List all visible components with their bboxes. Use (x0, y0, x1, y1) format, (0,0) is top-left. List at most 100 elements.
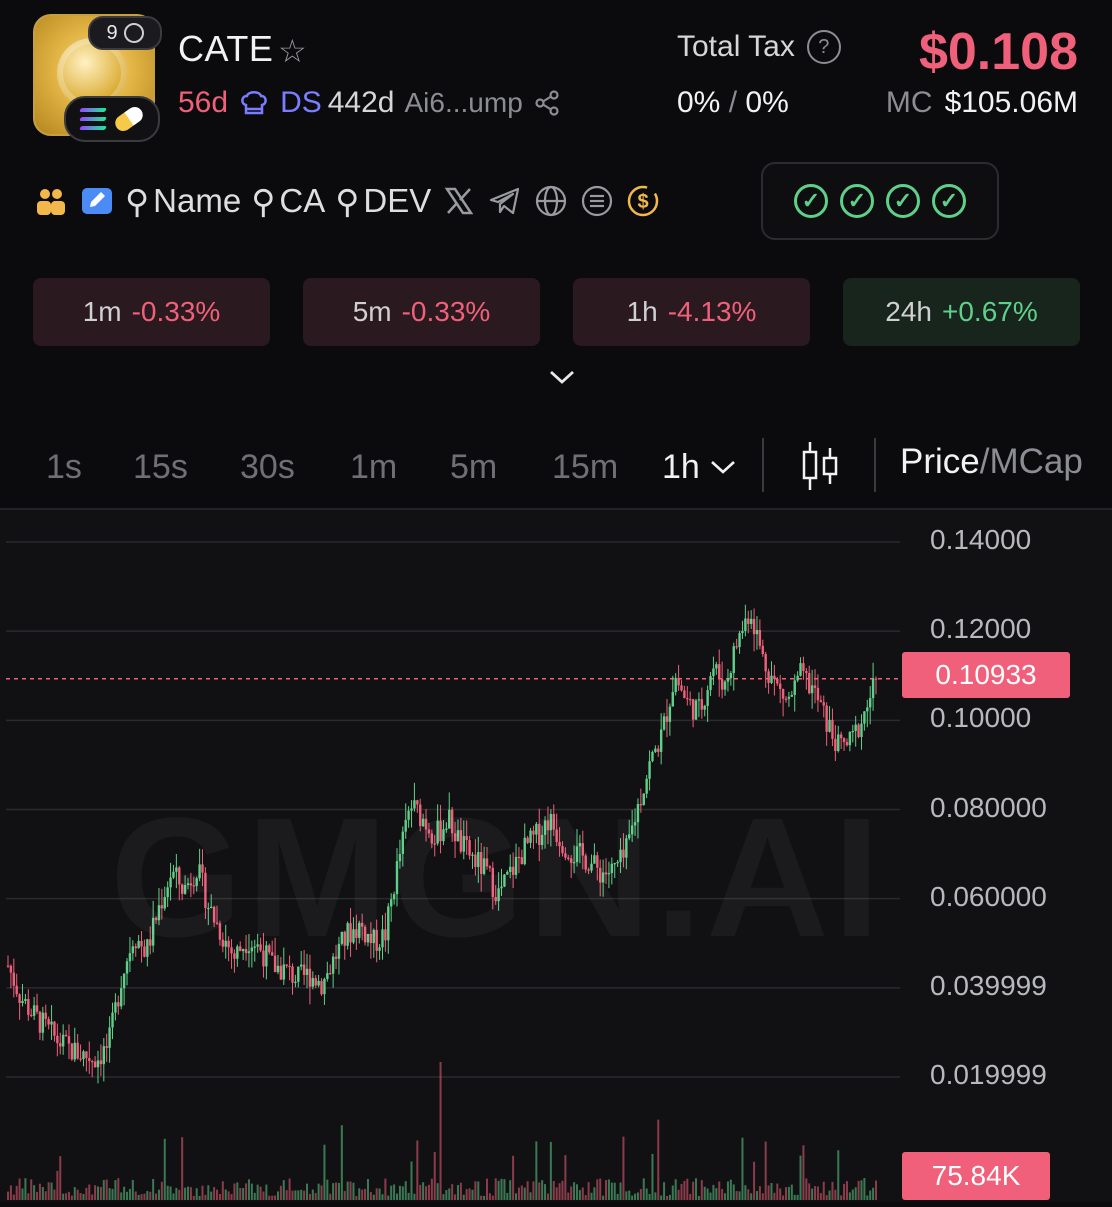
timeframe-1s[interactable]: 1s (46, 442, 82, 492)
timeframe-15m[interactable]: 15m (552, 442, 618, 492)
volume-bar (268, 1195, 271, 1200)
volume-bar (294, 1190, 297, 1200)
help-icon[interactable]: ? (806, 30, 841, 64)
candle (738, 630, 741, 654)
candle (845, 738, 849, 747)
volume-bar (427, 1184, 430, 1200)
volume-bar (314, 1192, 317, 1200)
mcap-toggle[interactable]: MCap (989, 442, 1082, 481)
token-meta-row: 56d DS 442d Ai6...ump (178, 86, 561, 120)
volume-bar (38, 1183, 41, 1200)
volume-bar (750, 1193, 753, 1200)
candle (831, 708, 834, 746)
volume-bar (494, 1178, 497, 1200)
volume-bar (413, 1193, 416, 1200)
candlestick-icon[interactable] (800, 440, 840, 492)
x-icon[interactable] (441, 183, 477, 219)
candle (712, 656, 715, 686)
current-price-label: 0.10933 (902, 652, 1070, 698)
volume-bar (628, 1190, 631, 1200)
candle (6, 955, 10, 968)
volume-bar (242, 1188, 245, 1200)
volume-bar (782, 1195, 785, 1200)
candle (770, 661, 773, 685)
candle (61, 1024, 65, 1055)
change-24h[interactable]: 24h +0.67% (843, 278, 1080, 346)
candle (662, 712, 666, 731)
volume-bar (726, 1181, 729, 1200)
edit-icon[interactable] (79, 183, 115, 219)
volume-bar (253, 1192, 256, 1200)
candle (76, 1034, 79, 1060)
list-icon[interactable] (579, 183, 615, 219)
volume-bar (7, 1191, 9, 1200)
volume-bar (573, 1182, 576, 1200)
price-toggle[interactable]: Price (900, 442, 980, 481)
share-icon[interactable] (533, 89, 561, 117)
volume-bar (718, 1181, 721, 1200)
search-dev-button[interactable]: ⚲ DEV (335, 182, 431, 221)
volume-bar (47, 1182, 50, 1200)
volume-bar (186, 1186, 189, 1200)
volume-bar (149, 1191, 152, 1200)
telegram-icon[interactable] (487, 183, 523, 219)
volume-bar (529, 1192, 532, 1200)
volume-bar (631, 1195, 634, 1200)
volume-bar (790, 1184, 793, 1200)
volume-bar (869, 1190, 872, 1200)
mc-value: $105.06M (944, 86, 1078, 119)
candle (9, 964, 13, 989)
price-mcap-toggle[interactable]: Price/MCap (900, 442, 1083, 482)
volume-bar (665, 1195, 668, 1200)
volume-bar (155, 1193, 158, 1200)
volume-bar (56, 1170, 59, 1200)
volume-bar (764, 1141, 767, 1200)
volume-bar (134, 1191, 137, 1200)
volume-bar (622, 1136, 625, 1200)
volume-bar (773, 1192, 776, 1200)
volume-bar (67, 1191, 70, 1200)
volume-bar (433, 1151, 436, 1200)
search-name-button[interactable]: ⚲ Name (125, 182, 241, 221)
volume-bar (326, 1179, 329, 1200)
globe-icon[interactable] (533, 183, 569, 219)
timeframe-15s[interactable]: 15s (133, 442, 188, 492)
volume-bar (108, 1188, 111, 1200)
dev-tag[interactable]: DS (280, 86, 322, 120)
volume-bar (814, 1186, 817, 1200)
security-checks[interactable]: ✓ ✓ ✓ ✓ (761, 162, 999, 240)
volume-bar (172, 1193, 175, 1200)
timeframe-5m[interactable]: 5m (450, 442, 497, 492)
change-5m[interactable]: 5m -0.33% (303, 278, 540, 346)
volume-bar (329, 1193, 332, 1200)
volume-bar (857, 1180, 860, 1200)
dollar-icon[interactable]: $ (625, 183, 661, 219)
change-1h[interactable]: 1h -4.13% (573, 278, 810, 346)
search-ca-button[interactable]: ⚲ CA (251, 182, 325, 221)
timeframe-30s[interactable]: 30s (240, 442, 295, 492)
candle (27, 989, 30, 1021)
volume-bar (700, 1180, 703, 1200)
timeframe-dropdown[interactable]: 1h (662, 442, 738, 492)
change-1m[interactable]: 1m -0.33% (33, 278, 270, 346)
chevron-down-icon[interactable] (548, 368, 576, 386)
tax-values: 0% / 0% (677, 86, 789, 120)
token-price: $0.108 (918, 23, 1078, 81)
candle (796, 671, 799, 683)
volume-bar (541, 1180, 544, 1200)
favorite-star-icon[interactable]: ☆ (278, 32, 307, 70)
volume-bar (793, 1194, 796, 1200)
candle (839, 731, 843, 749)
candle (723, 680, 727, 696)
candle (802, 656, 805, 680)
candle (848, 731, 852, 752)
contract-address[interactable]: Ai6...ump (405, 87, 523, 119)
volume-bar (36, 1191, 39, 1200)
volume-bar (250, 1183, 253, 1200)
volume-bar (538, 1182, 541, 1200)
people-icon[interactable] (33, 183, 69, 219)
volume-bar (697, 1195, 700, 1200)
timeframe-1m[interactable]: 1m (350, 442, 397, 492)
volume-bar (758, 1186, 761, 1200)
volume-bar (224, 1189, 227, 1200)
